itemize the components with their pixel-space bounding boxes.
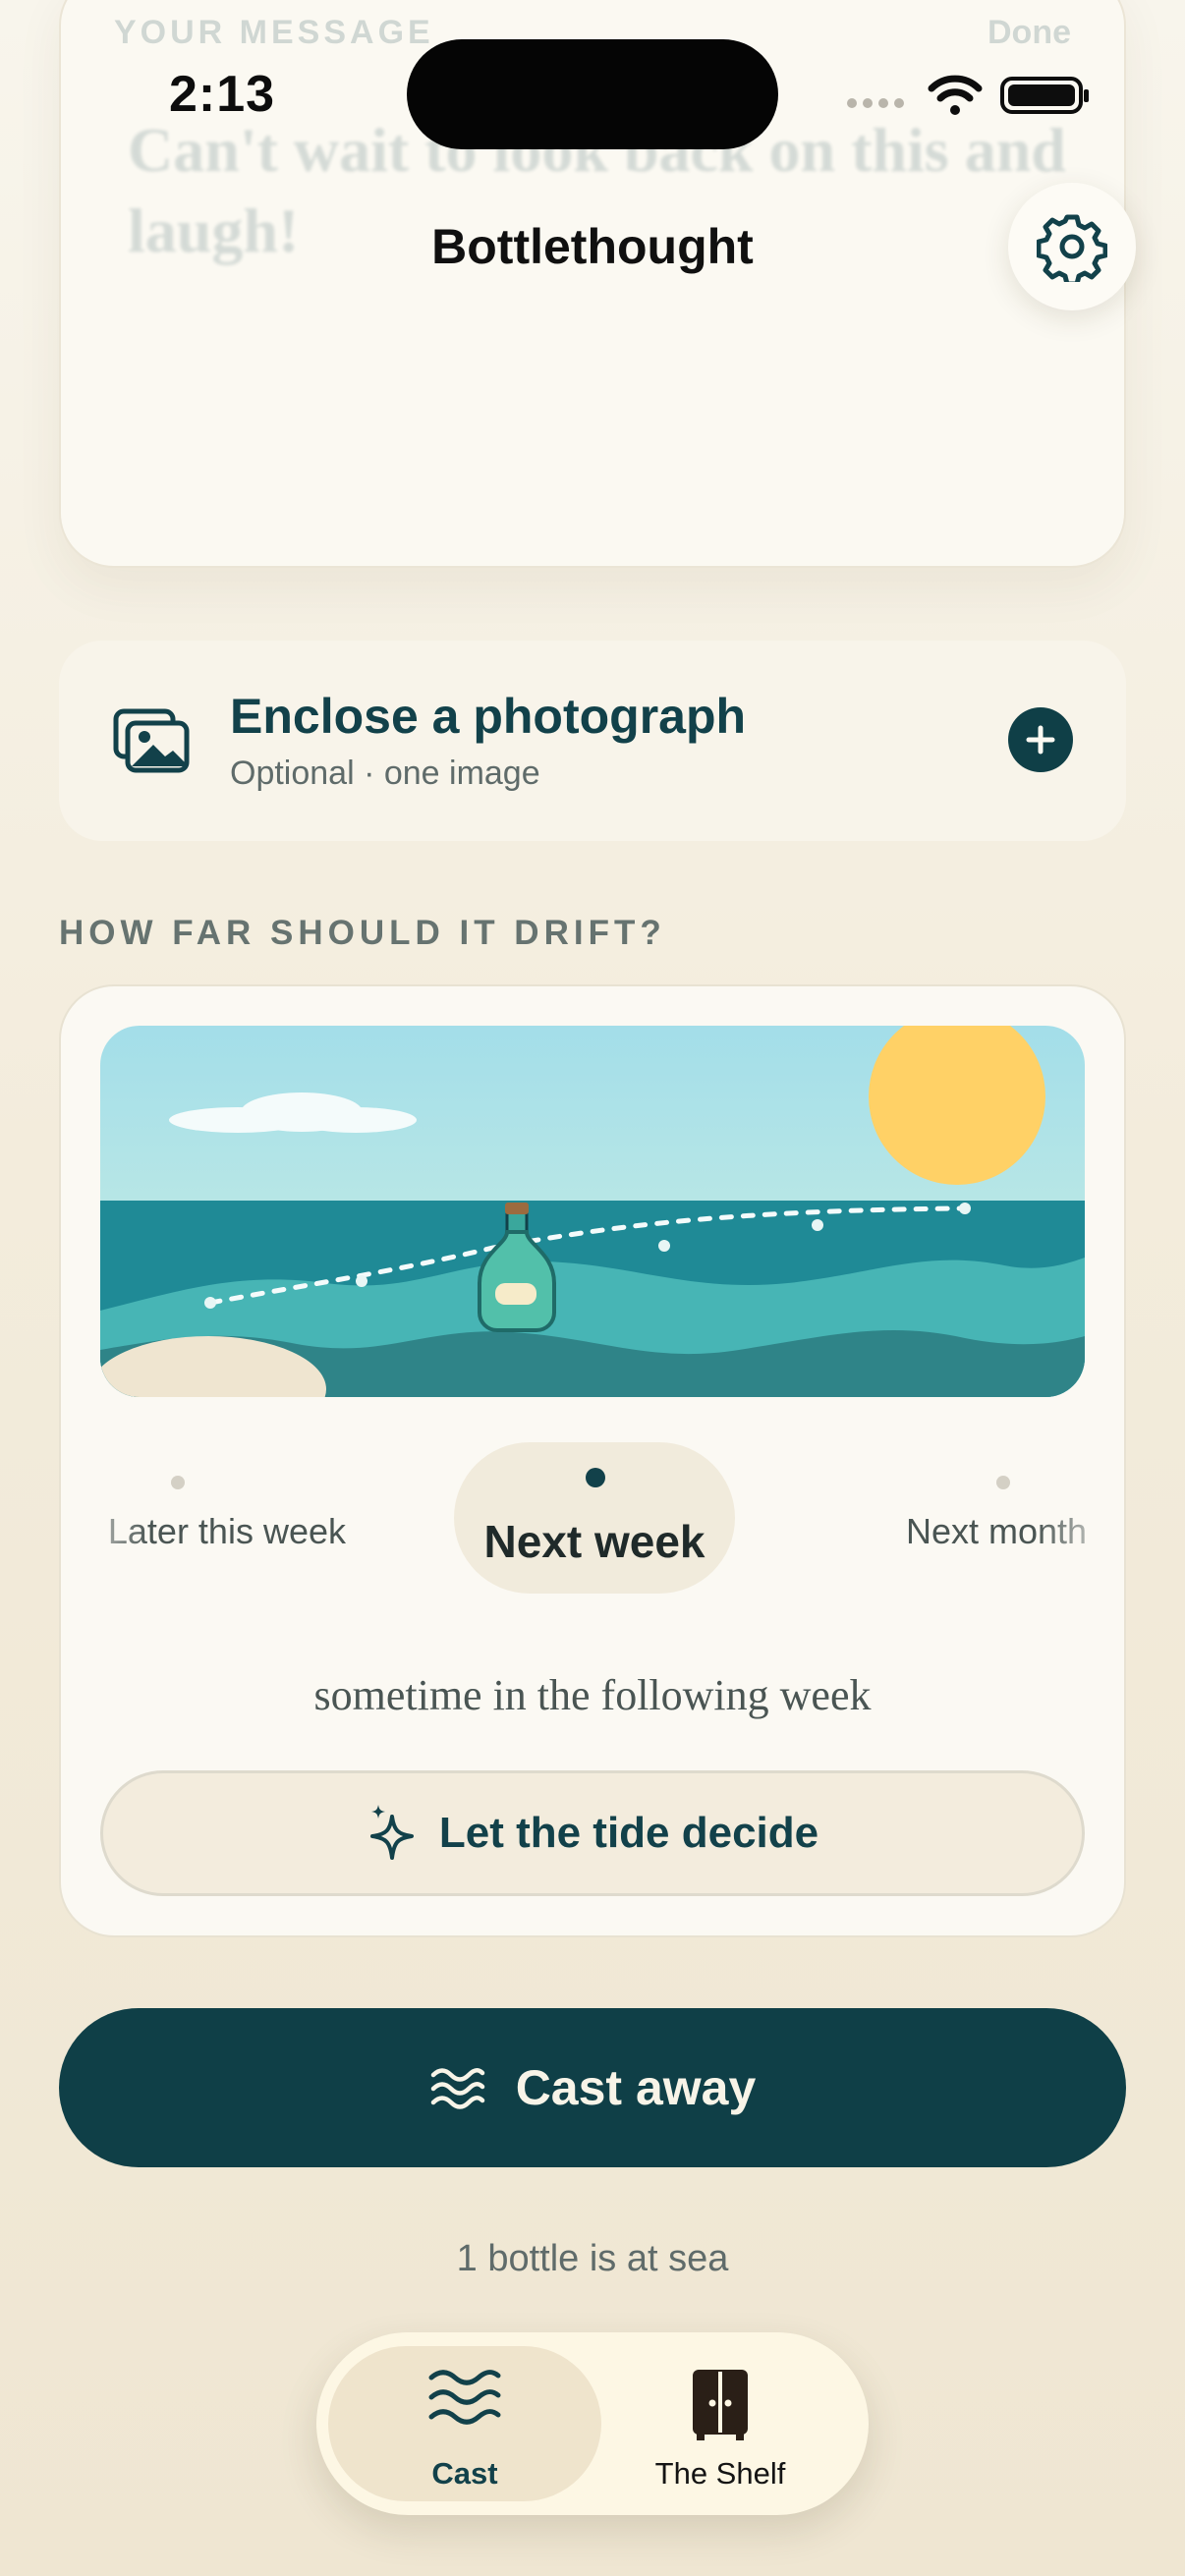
option-dot [171, 1476, 185, 1489]
option-dot [996, 1476, 1010, 1489]
settings-button[interactable] [1008, 183, 1136, 310]
drift-description: sometime in the following week [313, 1671, 872, 1719]
enclose-photo-card[interactable]: Enclose a photograph Optional · one imag… [59, 641, 1126, 841]
sea-illustration [100, 1026, 1085, 1397]
cabinet-icon [693, 2370, 748, 2440]
photo-subtitle: Optional · one image [230, 755, 540, 792]
status-bar: 2:13 [0, 0, 1185, 196]
photo-title: Enclose a photograph [230, 689, 747, 744]
fade-edge [1036, 1430, 1124, 1597]
tab-cast[interactable]: Cast [328, 2346, 601, 2501]
tab-cast-label: Cast [431, 2456, 498, 2491]
tide-label: Let the tide decide [438, 1809, 819, 1857]
let-tide-decide-button[interactable]: Let the tide decide [100, 1770, 1085, 1896]
cast-away-button[interactable]: Cast away [59, 2008, 1126, 2167]
waves-icon [428, 2370, 501, 2425]
option-selected[interactable]: Next week [454, 1430, 735, 1597]
option-selected-label: Next week [483, 1516, 705, 1567]
status-time: 2:13 [169, 66, 276, 123]
tab-the-shelf[interactable]: The Shelf [584, 2346, 857, 2501]
photos-icon [113, 708, 190, 773]
plus-icon [1026, 725, 1055, 755]
dynamic-island [407, 39, 778, 149]
cellular-icon [847, 98, 904, 108]
gear-icon [1037, 214, 1107, 282]
cast-away-label: Cast away [515, 2060, 757, 2115]
waves-icon [430, 2068, 484, 2109]
battery-icon [1000, 77, 1089, 114]
drift-options[interactable]: Later this week Next week Next month [61, 1430, 1124, 1597]
sparkle-icon [369, 1805, 414, 1860]
add-photo-button[interactable] [1008, 707, 1073, 772]
status-indicators [847, 73, 1089, 116]
option-dot [586, 1468, 605, 1487]
drift-section-label: HOW FAR SHOULD IT DRIFT? [59, 914, 666, 952]
tab-the-shelf-label: The Shelf [654, 2456, 786, 2491]
tab-bar: Cast The Shelf [316, 2332, 869, 2515]
bottles-at-sea-count: 1 bottle is at sea [456, 2238, 729, 2279]
fade-edge [61, 1430, 149, 1597]
wifi-icon [928, 75, 983, 115]
drift-card: Later this week Next week Next month som… [59, 984, 1126, 1937]
